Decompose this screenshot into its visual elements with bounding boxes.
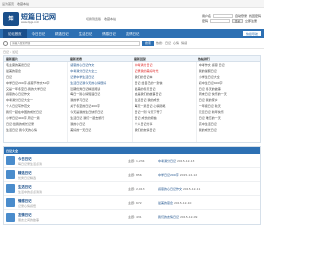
nav-item-friendship[interactable]: 友情日记	[121, 29, 145, 38]
tab-latest-images[interactable]: 最新图片	[4, 56, 68, 61]
forum-desc: 优秀日记精选	[18, 175, 37, 180]
forum-row[interactable]: 情感日记 记录心情感悟 主题: 672 最美的思念 2015-12-10	[4, 196, 260, 210]
username-label: 用户名	[201, 13, 211, 18]
tab-col-posts: 感恩的心日记作文 中考满分日记大全二 记录中学生活日记 生活日记我今天的心情很好 近期优…	[68, 62, 133, 142]
forum-icon	[6, 212, 15, 222]
forum-name[interactable]: 今日日记	[18, 156, 128, 161]
forum-last-post: 我们的友情日记 2015-12-09	[158, 215, 258, 219]
search-button[interactable]: 搜索	[142, 40, 155, 46]
breadcrumb-item[interactable]: 日记	[3, 50, 9, 54]
last-post-time: 2015-12-11	[182, 186, 201, 191]
quick-nav-button[interactable]: 快捷导航	[242, 31, 261, 36]
forum-row[interactable]: 今日日记 每日记录生活点滴 主题: 1,234 中考满分日记 2015-12-13	[4, 154, 260, 168]
last-post-time: 2015-12-13	[176, 158, 195, 163]
breadcrumb-sep: ›	[10, 50, 12, 54]
nav-item-emotion[interactable]: 情感日记	[97, 29, 121, 38]
register-link[interactable]: 立即注册	[245, 19, 257, 23]
hot-search-item[interactable]: 情感	[181, 41, 187, 45]
main-nav: 论坛首页 今日日记 精选日记 生活日记 情感日记 友情日记 快捷导航	[0, 29, 264, 38]
forum-name[interactable]: 精选日记	[18, 170, 128, 175]
forum-desc: 记录心情感悟	[18, 203, 37, 208]
forum-stats: 主题: 1,234	[128, 158, 145, 163]
top-links-bar: 设为首页 收藏本站	[0, 0, 264, 8]
forum-stats: 主题: 2,013	[128, 186, 145, 191]
bookmark-link[interactable]: 收藏本站	[17, 2, 29, 6]
last-post-time: 2015-12-10	[173, 200, 192, 205]
last-post-time: 2015-12-09	[179, 215, 198, 219]
password-input[interactable]	[209, 19, 230, 24]
logo-badge: 知	[3, 11, 19, 26]
last-post-title[interactable]: 最美的思念	[158, 201, 173, 205]
forum-last-post: 感恩的心日记作文 2015-12-11	[158, 187, 258, 191]
set-homepage-link[interactable]: 设为首页	[2, 2, 14, 6]
list-item[interactable]: 我们的友情日记	[135, 128, 194, 134]
forum-icon	[6, 184, 15, 193]
nav-item-today[interactable]: 今日日记	[27, 29, 51, 38]
hot-search-item[interactable]: 心情	[173, 41, 179, 45]
hot-searches: 热搜: 日记 心情 情感	[156, 41, 187, 45]
forum-row[interactable]: 生活日记 生活中的点点滴滴 主题: 2,013 感恩的心日记作文 2015-12-11	[4, 182, 260, 196]
forum-desc: 每日记录生活点滴	[18, 161, 43, 166]
forum-icon	[6, 156, 15, 165]
last-post-title[interactable]: 中考满分日记	[158, 159, 176, 163]
nav-item-life[interactable]: 生活日记	[74, 29, 98, 38]
site-logo[interactable]: 知 短篇日记网 www.dpgs.com	[3, 11, 56, 26]
forum-icon	[6, 170, 15, 179]
list-item[interactable]: 美好的一天日记	[70, 128, 129, 134]
latest-tabs: 最新图片 最新发表 最新回复 热帖排行 毛主席的美德日记 最美的思念 日记 中学日记2…	[3, 55, 261, 143]
hot-search-item[interactable]: 日记	[165, 41, 171, 45]
tab-col-hot: 中考作文 感恩 日记 我的暑假日记 小学生日记大全 初中生日记400字 日记 冬天的故事…	[197, 62, 260, 142]
login-button[interactable]: 登录	[231, 19, 243, 24]
forum-last-post: 中考满分日记 2015-12-13	[158, 159, 258, 163]
forum-stats: 主题: 856	[128, 172, 142, 177]
wide-version-link[interactable]: 切换到宽版	[86, 17, 101, 21]
forum-desc: 生活中的点点滴滴	[18, 189, 43, 194]
header: 知 短篇日记网 www.dpgs.com 切换到宽版 收藏本站 用户名 自动登录…	[0, 8, 264, 29]
favorite-link[interactable]: 收藏本站	[104, 17, 116, 21]
forum-name[interactable]: 情感日记	[18, 198, 128, 203]
header-links: 切换到宽版 收藏本站	[86, 17, 116, 21]
last-post-title[interactable]: 我们的友情日记	[158, 215, 179, 219]
nav-item-home[interactable]: 论坛首页	[3, 29, 27, 38]
list-item[interactable]: 生活日记 我今天的心情	[6, 128, 65, 134]
forum-stats: 主题: 672	[128, 200, 142, 205]
tab-col-images: 毛主席的美德日记 最美的思念 日记 中学日记200字,感恩节作文50字 又是一年冬至日,…	[4, 62, 69, 142]
tab-hot-ranking[interactable]: 热帖排行	[196, 56, 260, 61]
forum-last-post: 最美的思念 2015-12-10	[158, 201, 258, 205]
last-post-title[interactable]: 中学日记200字	[158, 173, 179, 177]
search-input[interactable]	[10, 40, 140, 46]
forgot-link[interactable]: 找回密码	[249, 14, 261, 18]
login-form: 用户名 自动登录 找回密码 密码 登录 立即注册	[201, 13, 261, 24]
forum-last-post: 中学日记200字 2015-12-12	[158, 173, 258, 177]
forum-desc: 朋友之间的故事	[18, 218, 40, 222]
last-post-time: 2015-12-12	[179, 172, 198, 177]
remember-checkbox[interactable]: 自动登录	[235, 14, 247, 18]
forum-name[interactable]: 友情日记	[18, 212, 128, 217]
forum-section: 日记大全 今日日记 每日记录生活点滴 主题: 1,234 中考满分日记 2015-12…	[3, 146, 261, 225]
forum-stats: 主题: 431	[128, 215, 142, 219]
list-item[interactable]: 我的成长日记	[199, 128, 258, 134]
last-post-title[interactable]: 感恩的心日记作文	[158, 187, 182, 191]
search-bar: 搜索 热搜: 日记 心情 情感	[0, 38, 264, 49]
breadcrumb-item[interactable]: 论坛	[12, 50, 18, 54]
password-label: 密码	[201, 19, 208, 24]
logo-name: 短篇日记网	[21, 12, 56, 21]
forum-row[interactable]: 精选日记 优秀日记精选 主题: 856 中学日记200字 2015-12-12	[4, 168, 260, 182]
hot-label: 热搜:	[156, 41, 164, 45]
search-icon	[3, 40, 8, 46]
tab-latest-replies[interactable]: 最新回复	[132, 56, 196, 61]
forum-icon	[6, 198, 15, 207]
nav-item-featured[interactable]: 精选日记	[50, 29, 74, 38]
tab-latest-posts[interactable]: 最新发表	[68, 56, 132, 61]
tab-col-replies: 中考满分日记 记录我的美好时光 我们的日记本 日记 给自己的一封信 最美的冬天日记 这是我…	[133, 62, 197, 142]
forum-name[interactable]: 生活日记	[18, 184, 128, 189]
forum-row[interactable]: 友情日记 朋友之间的故事 主题: 431 我们的友情日记 2015-12-09	[4, 210, 260, 224]
username-input[interactable]	[212, 13, 233, 18]
logo-url: www.dpgs.com	[21, 20, 40, 24]
section-title: 日记大全	[4, 147, 260, 154]
